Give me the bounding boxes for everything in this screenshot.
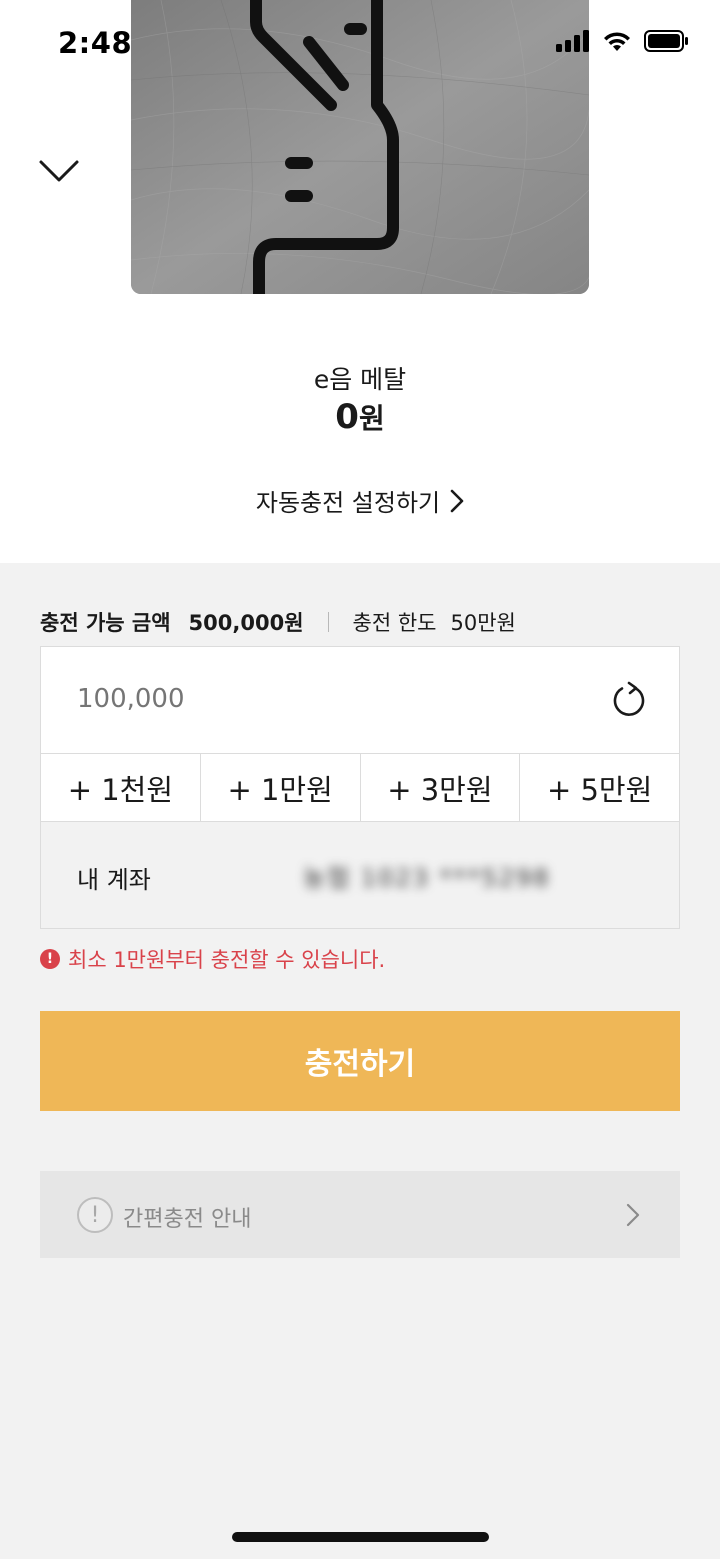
balance-unit: 원 (358, 402, 385, 435)
card-balance: 0원 (0, 397, 720, 437)
charge-button[interactable]: 충전하기 (40, 1011, 680, 1111)
limits-divider (327, 612, 329, 632)
add-50000-button[interactable]: + 5만원 (520, 754, 679, 821)
amount-row (41, 647, 679, 754)
guide-label: 간편충전 안내 (123, 1207, 252, 1232)
wifi-icon (604, 32, 630, 51)
chevron-right-icon (450, 489, 464, 512)
add-1000-button[interactable]: + 1천원 (41, 754, 201, 821)
status-icons (556, 30, 690, 52)
warning-text: 최소 1만원부터 충전할 수 있습니다. (68, 948, 386, 972)
info-icon: ! (77, 1197, 113, 1233)
status-bar: 2:48 (0, 0, 720, 90)
battery-icon (644, 30, 688, 52)
reset-amount-button[interactable] (611, 681, 647, 719)
quick-amount-row: + 1천원 + 1만원 + 3만원 + 5만원 (41, 754, 679, 822)
limit-value: 50만원 (450, 611, 516, 635)
minimum-amount-warning: ! 최소 1만원부터 충전할 수 있습니다. (40, 944, 385, 974)
auto-charge-link[interactable]: 자동충전 설정하기 (0, 483, 720, 518)
collapse-button[interactable] (38, 152, 80, 188)
account-label: 내 계좌 (77, 866, 151, 894)
limit-label: 충전 한도 (352, 611, 437, 635)
status-time: 2:48 (58, 26, 133, 60)
charge-form: + 1천원 + 1만원 + 3만원 + 5만원 내 계좌 농협 1023 ***… (40, 646, 680, 929)
refresh-icon (613, 681, 645, 716)
add-10000-button[interactable]: + 1만원 (200, 754, 361, 821)
chevron-down-icon (39, 160, 79, 182)
balance-value: 0 (335, 397, 359, 437)
card-name: e음 메탈 (313, 365, 407, 394)
warning-icon: ! (40, 949, 60, 969)
add-30000-button[interactable]: + 3만원 (360, 754, 521, 821)
available-label: 충전 가능 금액 (40, 611, 171, 635)
amount-input[interactable] (77, 679, 577, 719)
home-indicator (232, 1532, 489, 1542)
signal-icon (556, 30, 589, 52)
chevron-right-icon (626, 1203, 640, 1227)
quick-charge-guide[interactable]: ! 간편충전 안내 (40, 1171, 680, 1258)
auto-charge-label: 자동충전 설정하기 (255, 489, 441, 517)
account-number: 농협 1023 ***5298 (303, 864, 551, 892)
account-row[interactable]: 내 계좌 농협 1023 ***5298 (41, 822, 679, 928)
charge-limits: 충전 가능 금액 500,000원 충전 한도 50만원 (40, 607, 516, 637)
available-value: 500,000원 (188, 611, 304, 635)
